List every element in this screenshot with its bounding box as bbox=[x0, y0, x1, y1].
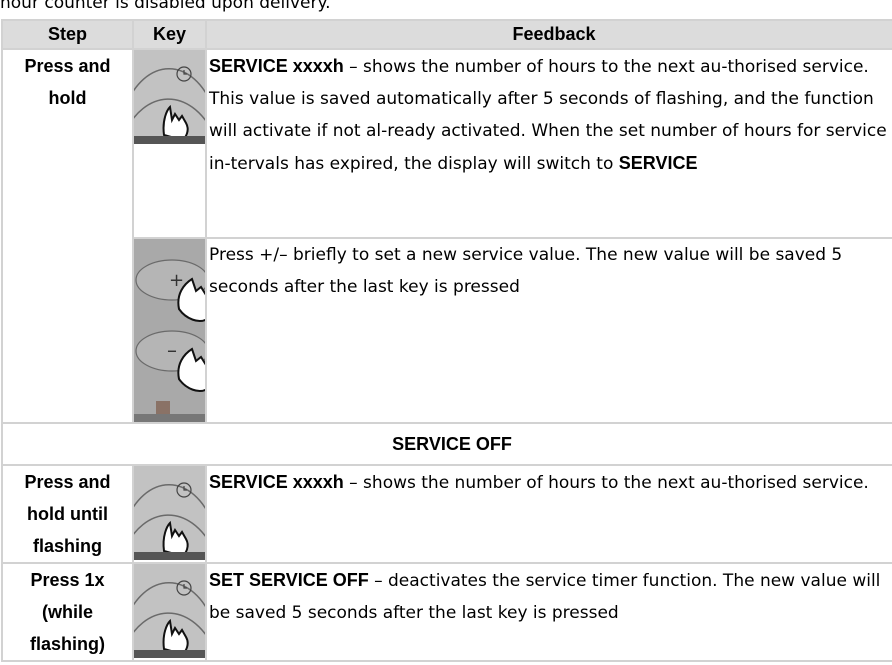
key-image bbox=[132, 48, 207, 239]
feedback-cell: SET SERVICE OFF – deactivates the servic… bbox=[205, 562, 892, 662]
feedback-cell: SERVICE xxxxh – shows the number of hour… bbox=[205, 464, 892, 564]
feedback-keyword: SERVICE xxxxh bbox=[209, 472, 344, 492]
clock-key-press-icon bbox=[135, 467, 204, 560]
plus-minus-keys-icon: + – bbox=[135, 240, 204, 421]
header-step: Step bbox=[1, 19, 134, 50]
header-feedback: Feedback bbox=[205, 19, 892, 50]
table-row: Press 1x (while flashing) SET SERVICE OF… bbox=[1, 562, 892, 662]
step-cell: Press and hold until flashing bbox=[1, 464, 134, 564]
table-row: + – Press +/– briefly to set a new servi… bbox=[2, 237, 892, 424]
feedback-text: Press +/– briefly to set a new service v… bbox=[209, 245, 843, 297]
table-header-row: Step Key Feedback bbox=[1, 19, 892, 50]
step-label: Press and hold bbox=[24, 56, 111, 108]
clock-key-press-icon bbox=[135, 565, 204, 658]
section-title: SERVICE OFF bbox=[1, 422, 892, 466]
header-key: Key bbox=[132, 19, 207, 50]
table-row: Press and hold until flashing SERVICE xx… bbox=[1, 464, 892, 564]
step-label: Press and hold until flashing bbox=[24, 472, 111, 556]
key-image: + – bbox=[132, 237, 207, 424]
feedback-cell: Press +/– briefly to set a new service v… bbox=[205, 237, 892, 424]
feedback-keyword: SET SERVICE OFF bbox=[209, 570, 369, 590]
step-cell: Press and hold bbox=[1, 48, 134, 424]
feedback-text: – shows the number of hours to the next … bbox=[343, 473, 869, 493]
section-row: SERVICE OFF bbox=[1, 422, 892, 466]
step-label: Press 1x (while flashing) bbox=[30, 570, 105, 654]
service-steps-table: Step Key Feedback Press and hold SERVICE… bbox=[1, 19, 892, 662]
table-row: Press and hold SERVICE xxxxh – shows the… bbox=[1, 48, 892, 424]
svg-text:–: – bbox=[167, 338, 177, 362]
feedback-keyword: SERVICE xxxxh bbox=[209, 56, 344, 76]
key-image bbox=[132, 562, 207, 662]
key-image bbox=[132, 464, 207, 564]
feedback-cell: SERVICE xxxxh – shows the number of hour… bbox=[205, 48, 892, 239]
intro-text: hour counter is disabled upon delivery. bbox=[0, 0, 331, 13]
clock-key-press-icon bbox=[135, 51, 204, 144]
step-cell: Press 1x (while flashing) bbox=[1, 562, 134, 662]
feedback-keyword-2: SERVICE bbox=[618, 153, 698, 173]
